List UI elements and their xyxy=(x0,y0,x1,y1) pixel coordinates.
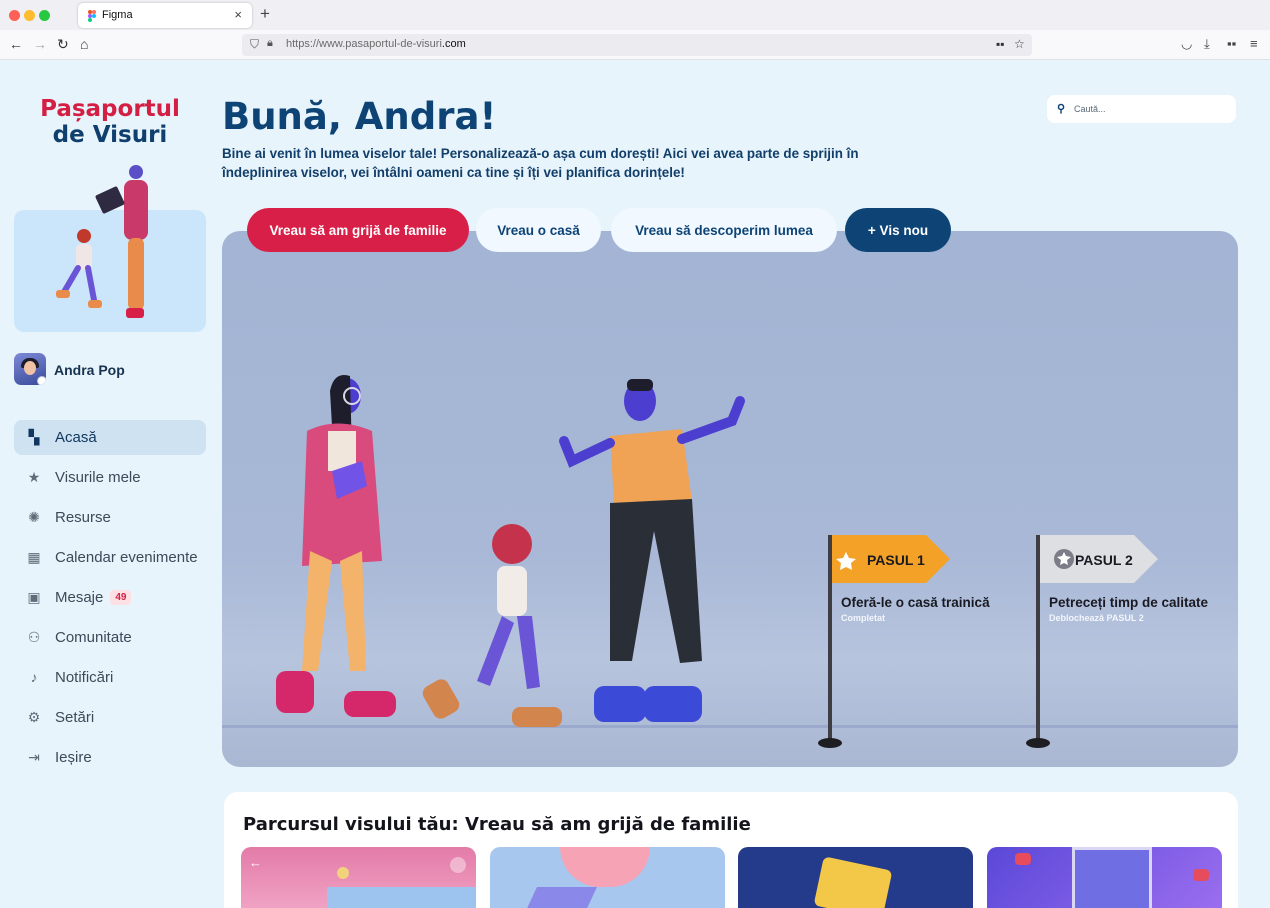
step-2-title[interactable]: Petreceți timp de calitate xyxy=(1049,595,1208,610)
journey-card-3[interactable] xyxy=(738,847,973,908)
lightbulb-icon: ✺ xyxy=(28,508,40,525)
search-icon: ⚲ xyxy=(1057,103,1066,115)
logout-icon: ⇥ xyxy=(28,748,40,765)
sidebar-item-label: Acasă xyxy=(55,429,97,446)
sidebar-item-label: Ieșire xyxy=(55,748,92,766)
messages-icon: ▣ xyxy=(27,588,41,605)
search-input[interactable]: ⚲ Caută... xyxy=(1047,95,1236,123)
back-arrow-icon[interactable]: ← xyxy=(249,855,262,870)
child-figure xyxy=(422,524,562,727)
sidebar-item-acasa[interactable]: ▚ Acasă xyxy=(14,420,206,455)
new-tab-button[interactable]: + xyxy=(260,4,270,24)
man-figure xyxy=(559,379,745,722)
gear-icon: ⚙ xyxy=(27,708,41,725)
step-2-status: Deblochează PASUL 2 xyxy=(1049,613,1144,623)
tab-dream-travel[interactable]: Vreau să descoperim lumea xyxy=(611,208,837,252)
journey-title: Parcursul visului tău: Vreau să am grijă… xyxy=(243,814,751,835)
bell-icon: ♪ xyxy=(30,669,38,685)
page-title: Bună, Andra! xyxy=(222,95,497,138)
step-1-title: Oferă-le o casă trainică xyxy=(841,595,990,610)
browser-tab[interactable]: Figma × xyxy=(78,3,252,28)
back-icon[interactable]: ← xyxy=(9,36,23,52)
brand-logo[interactable]: Pașaportul de Visuri xyxy=(14,96,206,148)
stage-illustration xyxy=(222,375,1238,748)
url-text: https://www.pasaportul-de-visuri.com xyxy=(286,38,466,50)
extensions-icon[interactable]: ▪▪ xyxy=(996,37,1005,51)
closet-shape xyxy=(1072,847,1152,908)
browser-nav-bar: ← → ↻ ⌂ ⛉ 🔒︎ https://www.pasaportul-de-v… xyxy=(0,30,1270,60)
tab-dream-family[interactable]: Vreau să am grijă de familie xyxy=(247,208,469,252)
building-shape xyxy=(327,887,476,908)
sidebar-item-calendar-evenimente[interactable]: ▦ Calendar evenimente xyxy=(14,537,206,577)
maximize-window-button[interactable] xyxy=(39,10,50,21)
brand-line-1: Pașaportul xyxy=(40,96,180,122)
page-subtitle: Bine ai venit în lumea viselor tale! Per… xyxy=(222,146,859,180)
close-window-button[interactable] xyxy=(9,10,20,21)
add-dream-button[interactable]: + Vis nou xyxy=(845,208,951,252)
umbrella-shape xyxy=(560,847,650,887)
tab-title: Figma xyxy=(102,9,133,21)
browser-tab-bar: Figma × + xyxy=(0,0,1270,30)
sidebar-item-label: Visurile mele xyxy=(55,468,141,486)
step-1-status: Completat xyxy=(841,613,886,623)
brand-line-2: de Visuri xyxy=(52,122,168,148)
heart-icon xyxy=(1015,853,1031,865)
moon-icon xyxy=(337,867,349,879)
sidebar-item-label: Resurse xyxy=(55,508,111,526)
forward-icon[interactable]: → xyxy=(33,36,47,52)
calendar-icon: ▦ xyxy=(27,548,41,565)
sidebar-menu: ▚ Acasă ★ Visurile mele ✺ Resurse ▦ Cale… xyxy=(14,420,206,777)
journey-card-1[interactable]: ← xyxy=(241,847,476,908)
apps-icon[interactable]: ▪▪ xyxy=(1227,36,1236,51)
user-name: Andra Pop xyxy=(54,362,125,378)
sidebar-item-label: Mesaje xyxy=(55,588,104,606)
heart-icon xyxy=(1193,869,1209,881)
journey-card-2[interactable] xyxy=(490,847,725,908)
chair-shape xyxy=(523,887,597,908)
star-icon: ★ xyxy=(27,468,41,485)
journey-card-4[interactable] xyxy=(987,847,1222,908)
sidebar-item-label: Comunitate xyxy=(55,628,132,646)
community-icon: ⚇ xyxy=(27,628,41,645)
sidebar-item-label: Setări xyxy=(55,708,95,726)
tab-close-icon[interactable]: × xyxy=(234,7,242,22)
step-2-flag-label: PASUL 2 xyxy=(1075,552,1133,568)
home-icon[interactable]: ⌂ xyxy=(80,36,88,52)
dream-stage: PASUL 1 PASUL 2 Oferă-le o casă trainică… xyxy=(222,231,1238,767)
verified-badge-icon xyxy=(37,376,46,385)
sidebar-item-label: Calendar evenimente xyxy=(55,548,198,566)
minimize-window-button[interactable] xyxy=(24,10,35,21)
avatar xyxy=(14,353,46,385)
sidebar-item-resurse[interactable]: ✺ Resurse xyxy=(14,497,206,537)
reload-icon[interactable]: ↻ xyxy=(57,36,69,53)
sidebar-item-label: Notificări xyxy=(55,668,114,686)
pocket-icon[interactable]: ◡ xyxy=(1181,36,1192,52)
bookmark-star-icon[interactable]: ☆ xyxy=(1014,37,1025,51)
message-count-badge: 49 xyxy=(110,589,132,605)
shield-icon[interactable]: ⛉ xyxy=(250,37,259,52)
sidebar-item-iesire[interactable]: ⇥ Ieșire xyxy=(14,737,206,777)
bookmark-icon[interactable] xyxy=(450,857,466,873)
lock-icon[interactable]: 🔒︎ xyxy=(267,37,273,50)
step-1-flag-label: PASUL 1 xyxy=(867,552,925,568)
sidebar-item-visurile-mele[interactable]: ★ Visurile mele xyxy=(14,457,206,497)
sidebar-item-notificari[interactable]: ♪ Notificări xyxy=(14,657,206,697)
woman-figure xyxy=(276,375,396,717)
grid-icon: ▚ xyxy=(28,429,40,445)
credit-card-shape xyxy=(813,856,893,908)
sidebar-item-comunitate[interactable]: ⚇ Comunitate xyxy=(14,617,206,657)
sidebar-item-mesaje[interactable]: ▣ Mesaje 49 xyxy=(14,577,206,617)
menu-icon[interactable]: ≡ xyxy=(1250,36,1258,51)
tab-dream-house[interactable]: Vreau o casă xyxy=(476,208,601,252)
sidebar-item-setari[interactable]: ⚙ Setări xyxy=(14,697,206,737)
family-illustration xyxy=(56,165,148,318)
address-bar[interactable]: ⛉ 🔒︎ https://www.pasaportul-de-visuri.co… xyxy=(242,34,1032,56)
download-icon[interactable]: ⤓ xyxy=(1204,36,1210,52)
search-placeholder: Caută... xyxy=(1074,104,1106,114)
figma-icon xyxy=(88,10,96,22)
